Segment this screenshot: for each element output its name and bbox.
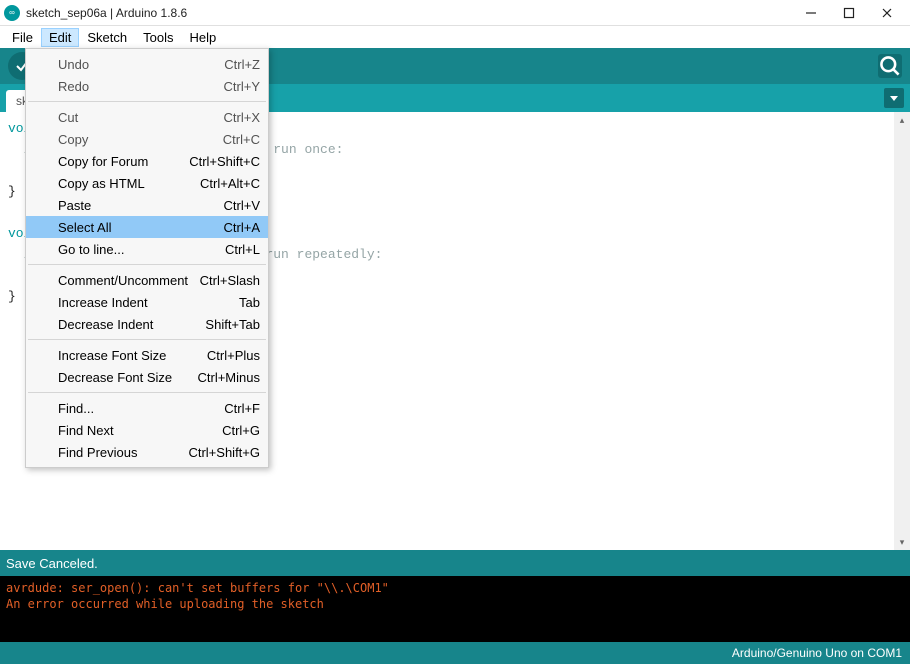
- menu-item-go-to-line[interactable]: Go to line...Ctrl+L: [26, 238, 268, 260]
- status-bar: Save Canceled.: [0, 550, 910, 576]
- menu-item-find-previous[interactable]: Find PreviousCtrl+Shift+G: [26, 441, 268, 463]
- menu-item-label: Copy as HTML: [58, 176, 200, 191]
- menu-item-label: Copy for Forum: [58, 154, 189, 169]
- menu-file[interactable]: File: [4, 28, 41, 47]
- menu-item-shortcut: Ctrl+Y: [224, 79, 260, 94]
- menu-separator: [28, 339, 266, 340]
- menu-item-label: Decrease Indent: [58, 317, 205, 332]
- menu-item-shortcut: Ctrl+Shift+C: [189, 154, 260, 169]
- console-output: avrdude: ser_open(): can't set buffers f…: [0, 576, 910, 642]
- menu-separator: [28, 264, 266, 265]
- menu-item-comment-uncomment[interactable]: Comment/UncommentCtrl+Slash: [26, 269, 268, 291]
- menu-item-increase-font-size[interactable]: Increase Font SizeCtrl+Plus: [26, 344, 268, 366]
- menu-item-shortcut: Ctrl+Shift+G: [188, 445, 260, 460]
- menu-item-label: Select All: [58, 220, 224, 235]
- vertical-scrollbar[interactable]: ▴ ▾: [894, 112, 910, 550]
- menu-item-decrease-font-size[interactable]: Decrease Font SizeCtrl+Minus: [26, 366, 268, 388]
- menu-sketch[interactable]: Sketch: [79, 28, 135, 47]
- menu-item-label: Find Previous: [58, 445, 188, 460]
- scroll-up-icon[interactable]: ▴: [894, 112, 910, 128]
- menu-item-shortcut: Ctrl+V: [224, 198, 260, 213]
- menu-item-label: Find Next: [58, 423, 222, 438]
- menu-item-label: Decrease Font Size: [58, 370, 198, 385]
- menu-item-shortcut: Ctrl+Z: [224, 57, 260, 72]
- menu-item-copy: CopyCtrl+C: [26, 128, 268, 150]
- footer-bar: Arduino/Genuino Uno on COM1: [0, 642, 910, 664]
- menu-item-label: Paste: [58, 198, 224, 213]
- serial-monitor-button[interactable]: [878, 54, 902, 78]
- menu-item-shortcut: Shift+Tab: [205, 317, 260, 332]
- board-port-label: Arduino/Genuino Uno on COM1: [732, 646, 902, 660]
- menu-help[interactable]: Help: [181, 28, 224, 47]
- menu-item-shortcut: Ctrl+L: [225, 242, 260, 257]
- window-title: sketch_sep06a | Arduino 1.8.6: [26, 6, 792, 20]
- menu-item-label: Increase Indent: [58, 295, 239, 310]
- menu-item-shortcut: Tab: [239, 295, 260, 310]
- close-button[interactable]: [868, 2, 906, 24]
- tab-dropdown-button[interactable]: [884, 88, 904, 108]
- menu-item-redo: RedoCtrl+Y: [26, 75, 268, 97]
- code-text: }: [8, 184, 16, 199]
- edit-menu-dropdown: UndoCtrl+ZRedoCtrl+YCutCtrl+XCopyCtrl+CC…: [25, 48, 269, 468]
- arduino-app-icon: ∞: [4, 5, 20, 21]
- titlebar: ∞ sketch_sep06a | Arduino 1.8.6: [0, 0, 910, 26]
- menu-separator: [28, 392, 266, 393]
- maximize-button[interactable]: [830, 2, 868, 24]
- menu-item-label: Cut: [58, 110, 224, 125]
- menu-item-copy-as-html[interactable]: Copy as HTMLCtrl+Alt+C: [26, 172, 268, 194]
- menu-item-decrease-indent[interactable]: Decrease IndentShift+Tab: [26, 313, 268, 335]
- console-line: An error occurred while uploading the sk…: [6, 597, 324, 611]
- menu-item-find[interactable]: Find...Ctrl+F: [26, 397, 268, 419]
- scroll-down-icon[interactable]: ▾: [894, 534, 910, 550]
- menu-item-shortcut: Ctrl+Plus: [207, 348, 260, 363]
- menu-item-shortcut: Ctrl+G: [222, 423, 260, 438]
- menu-item-shortcut: Ctrl+Minus: [198, 370, 261, 385]
- menu-item-label: Increase Font Size: [58, 348, 207, 363]
- menubar: File Edit Sketch Tools Help: [0, 26, 910, 48]
- menu-item-shortcut: Ctrl+X: [224, 110, 260, 125]
- menu-item-increase-indent[interactable]: Increase IndentTab: [26, 291, 268, 313]
- menu-item-label: Redo: [58, 79, 224, 94]
- menu-item-shortcut: Ctrl+A: [224, 220, 260, 235]
- menu-item-shortcut: Ctrl+F: [224, 401, 260, 416]
- minimize-button[interactable]: [792, 2, 830, 24]
- menu-item-shortcut: Ctrl+C: [223, 132, 260, 147]
- menu-separator: [28, 101, 266, 102]
- menu-item-shortcut: Ctrl+Slash: [200, 273, 260, 288]
- menu-item-label: Undo: [58, 57, 224, 72]
- menu-item-label: Copy: [58, 132, 223, 147]
- menu-item-shortcut: Ctrl+Alt+C: [200, 176, 260, 191]
- status-message: Save Canceled.: [6, 556, 98, 571]
- menu-item-label: Find...: [58, 401, 224, 416]
- menu-item-select-all[interactable]: Select AllCtrl+A: [26, 216, 268, 238]
- menu-edit[interactable]: Edit: [41, 28, 79, 47]
- menu-item-label: Comment/Uncomment: [58, 273, 200, 288]
- code-text: }: [8, 289, 16, 304]
- menu-item-cut: CutCtrl+X: [26, 106, 268, 128]
- menu-item-paste[interactable]: PasteCtrl+V: [26, 194, 268, 216]
- menu-item-copy-for-forum[interactable]: Copy for ForumCtrl+Shift+C: [26, 150, 268, 172]
- menu-item-find-next[interactable]: Find NextCtrl+G: [26, 419, 268, 441]
- menu-item-label: Go to line...: [58, 242, 225, 257]
- menu-tools[interactable]: Tools: [135, 28, 181, 47]
- menu-item-undo: UndoCtrl+Z: [26, 53, 268, 75]
- console-line: avrdude: ser_open(): can't set buffers f…: [6, 581, 389, 595]
